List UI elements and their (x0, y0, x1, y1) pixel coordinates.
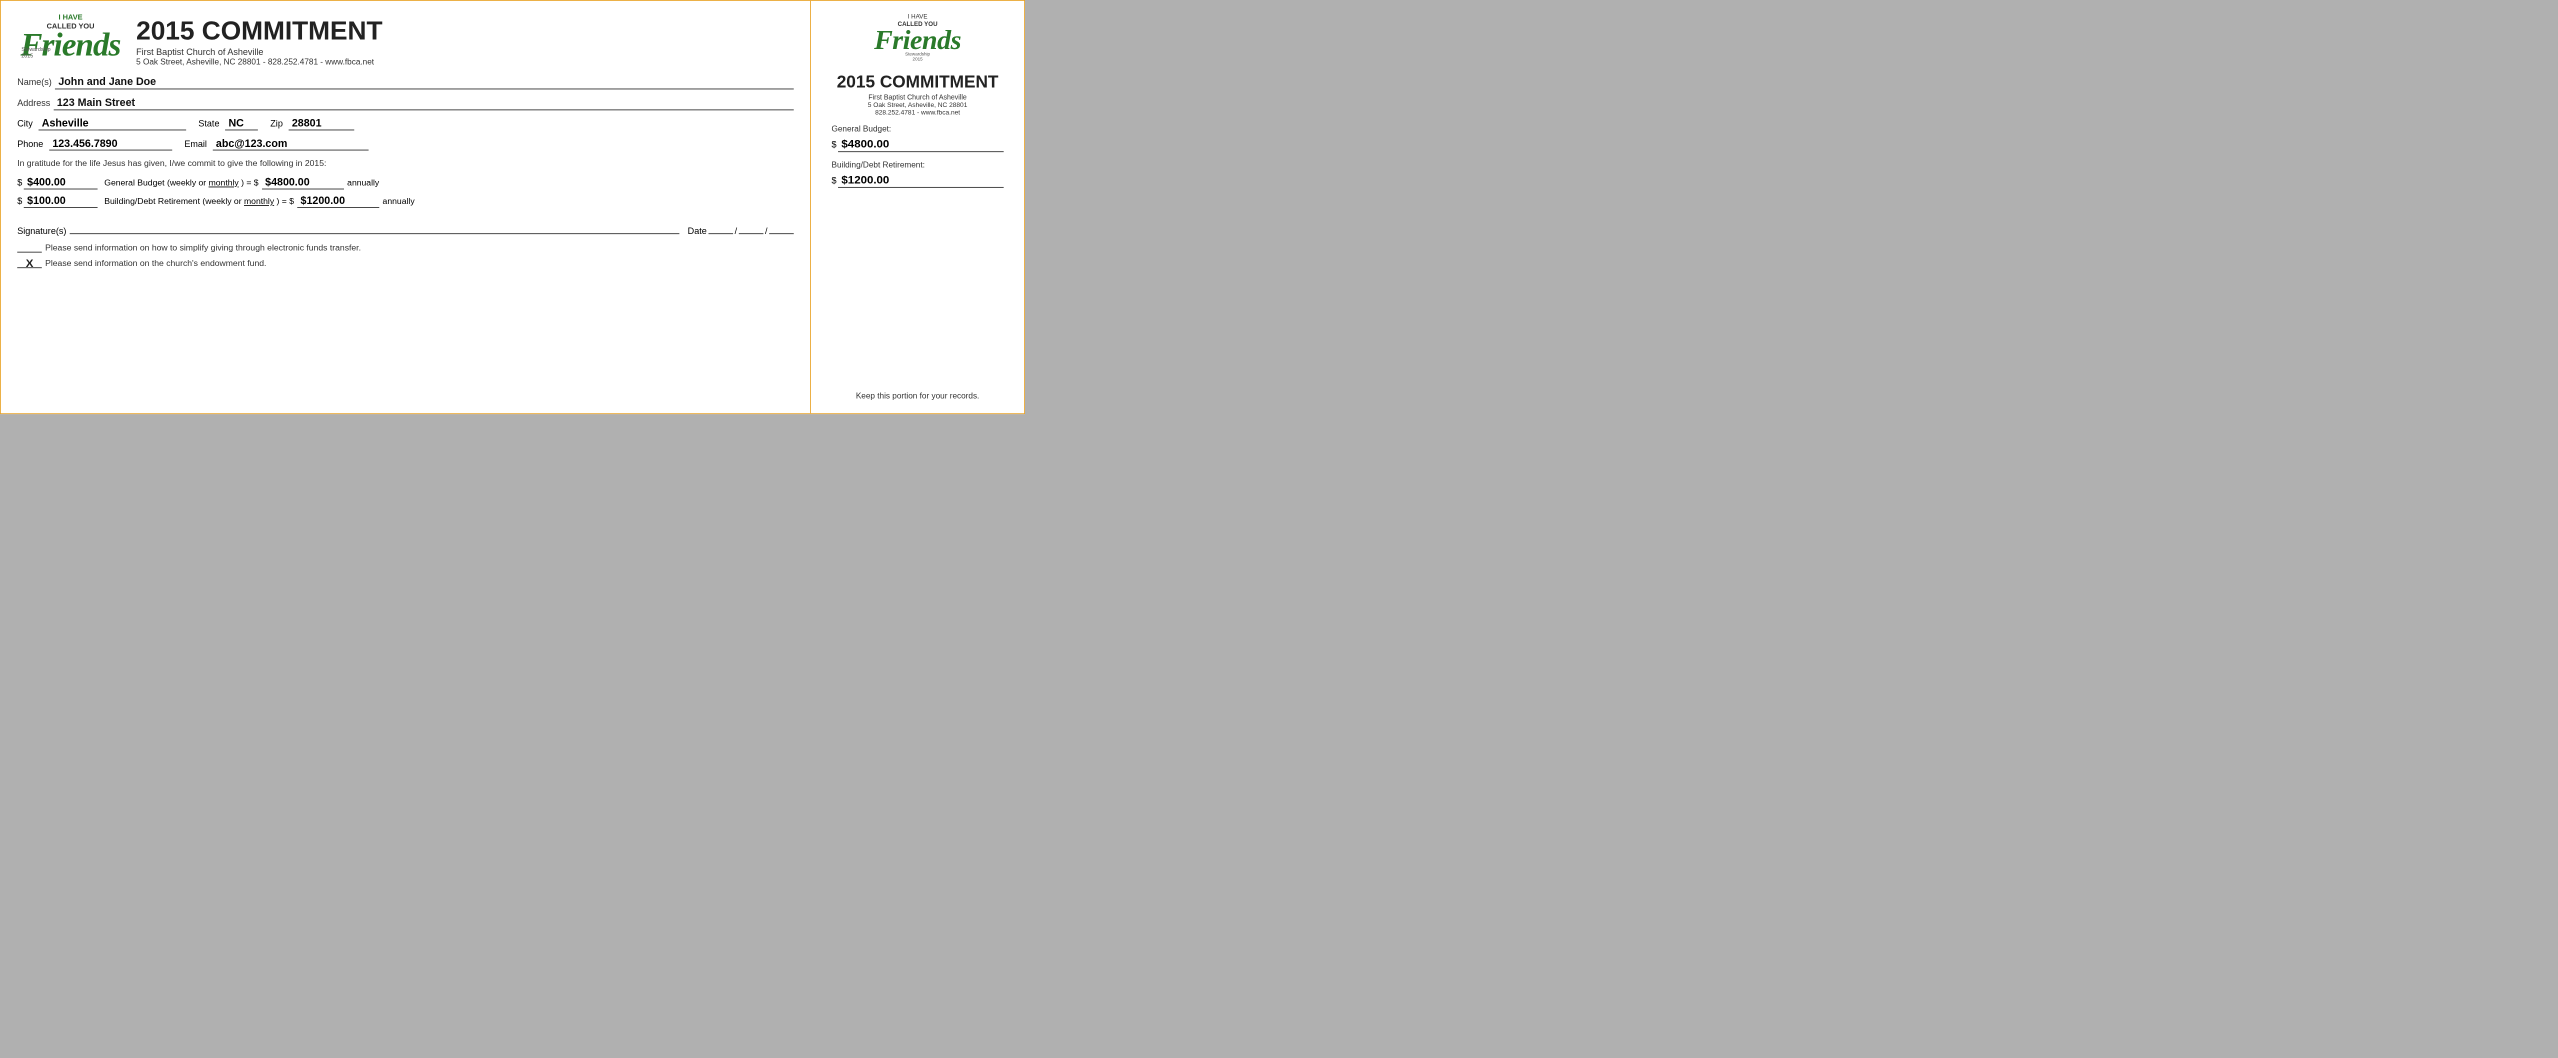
general-budget-row: $ $400.00 General Budget (weekly or mont… (17, 176, 794, 190)
name-value: John and Jane Doe (55, 75, 794, 89)
monthly-word-2: monthly (244, 197, 274, 206)
stewardship-badge: Stewardship 2015 (21, 46, 50, 59)
general-budget-desc: General Budget (weekly or monthly ) = $ (104, 178, 258, 188)
left-form-section: I HAVE CALLED YOU Friends Stewardship 20… (1, 1, 811, 413)
commitment-title: 2015 COMMITMENT (136, 17, 382, 43)
right-general-budget-row: $ $4800.00 (831, 137, 1003, 152)
right-church-contact: 828.252.4781 - www.fbca.net (875, 109, 960, 116)
city-state-zip-row: City Asheville State NC Zip 28801 (17, 117, 794, 131)
right-building-debt-label: Building/Debt Retirement: (831, 160, 1003, 169)
signature-line (70, 223, 680, 234)
right-general-budget-label: General Budget: (831, 125, 1003, 134)
right-stewardship: Stewardship 2015 (905, 52, 930, 63)
zip-label: Zip (270, 118, 283, 129)
signature-row: Signature(s) Date / / (17, 223, 794, 237)
state-value: NC (225, 117, 258, 131)
right-building-debt-amount: $1200.00 (838, 173, 1004, 188)
annual-amount-1: $4800.00 (262, 176, 344, 190)
right-commitment-title: 2015 COMMITMENT (837, 72, 999, 92)
right-dollar-1: $ (831, 139, 836, 150)
right-stub-section: I HAVE CALLED YOU Friends Stewardship 20… (811, 1, 1024, 413)
weekly-amount-1: $400.00 (24, 176, 98, 190)
address-value: 123 Main Street (54, 96, 794, 110)
state-label: State (198, 118, 219, 129)
signature-label: Signature(s) (17, 226, 66, 237)
city-value: Asheville (38, 117, 186, 131)
date-year (769, 233, 794, 234)
annual-amount-2: $1200.00 (297, 194, 379, 208)
right-church-address: 5 Oak Street, Asheville, NC 28801 (868, 102, 968, 109)
building-debt-desc: Building/Debt Retirement (weekly or mont… (104, 197, 294, 207)
endowment-checkbox: X (17, 259, 42, 268)
email-value: abc@123.com (213, 137, 369, 151)
dollar-2: $ (17, 196, 22, 207)
eft-checkbox (17, 244, 42, 253)
church-address: 5 Oak Street, Asheville, NC 28801 - 828.… (136, 57, 382, 66)
form-section: Name(s) John and Jane Doe Address 123 Ma… (17, 75, 794, 401)
right-logo-area: I HAVE CALLED YOU Friends Stewardship 20… (874, 13, 961, 62)
address-row: Address 123 Main Street (17, 96, 794, 110)
logo-area: I HAVE CALLED YOU Friends Stewardship 20… (17, 13, 124, 59)
right-friends-logo: Friends (874, 28, 961, 52)
endowment-row: X Please send information on the church'… (17, 259, 794, 269)
right-budget-section: General Budget: $ $4800.00 Building/Debt… (823, 125, 1012, 196)
eft-text: Please send information on how to simpli… (45, 243, 361, 253)
right-church-name: First Baptist Church of Asheville (868, 94, 966, 102)
date-day (739, 233, 764, 234)
phone-label: Phone (17, 139, 43, 150)
address-label: Address (17, 98, 50, 109)
date-label: Date (688, 226, 707, 237)
signature-section: Signature(s) Date / / Please (17, 223, 794, 275)
commitment-text: In gratitude for the life Jesus has give… (17, 159, 794, 169)
eft-row: Please send information on how to simpli… (17, 243, 794, 253)
monthly-word-1: monthly (209, 178, 239, 187)
weekly-amount-2: $100.00 (24, 194, 98, 208)
zip-value: 28801 (289, 117, 355, 131)
annually-1: annually (347, 178, 379, 188)
name-label: Name(s) (17, 77, 52, 88)
name-row: Name(s) John and Jane Doe (17, 75, 794, 89)
right-dollar-2: $ (831, 175, 836, 186)
right-footer: Keep this portion for your records. (856, 392, 980, 401)
church-name: First Baptist Church of Asheville (136, 47, 382, 58)
date-month (708, 233, 733, 234)
city-label: City (17, 118, 33, 129)
email-label: Email (184, 139, 207, 150)
header: I HAVE CALLED YOU Friends Stewardship 20… (17, 13, 794, 67)
i-have-text: I HAVE (58, 13, 82, 21)
x-mark: X (26, 257, 34, 270)
header-info: 2015 COMMITMENT First Baptist Church of … (136, 13, 382, 67)
annually-2: annually (383, 197, 415, 207)
right-general-budget-amount: $4800.00 (838, 137, 1004, 152)
right-building-debt-row: $ $1200.00 (831, 173, 1003, 188)
phone-email-row: Phone 123.456.7890 Email abc@123.com (17, 137, 794, 151)
dollar-1: $ (17, 178, 22, 189)
building-debt-row: $ $100.00 Building/Debt Retirement (week… (17, 194, 794, 208)
phone-value: 123.456.7890 (49, 137, 172, 151)
endowment-text: Please send information on the church's … (45, 259, 266, 269)
